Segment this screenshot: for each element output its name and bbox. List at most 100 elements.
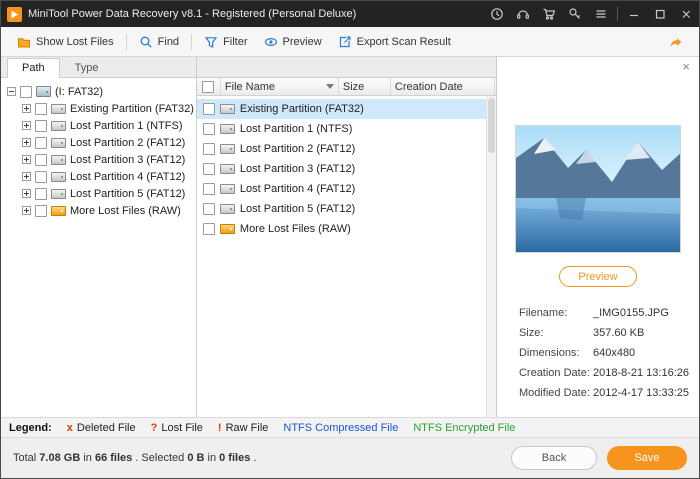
find-button[interactable]: Find [131, 31, 187, 53]
tree-item[interactable]: Lost Partition 4 (FAT12) [3, 168, 194, 185]
legend-raw-label: Raw File [225, 421, 269, 434]
close-preview-icon[interactable]: × [682, 60, 690, 73]
vertical-scrollbar[interactable] [485, 96, 496, 417]
checkbox[interactable] [202, 223, 215, 235]
legend-lost-file: ? Lost File [151, 422, 203, 434]
status-summary: Total 7.08 GB in 66 files . Selected 0 B… [13, 452, 256, 464]
checkbox[interactable] [35, 204, 47, 217]
checkbox[interactable] [202, 203, 215, 215]
eye-icon [264, 37, 277, 46]
preview-toolbar-button[interactable]: Preview [256, 31, 330, 53]
tree-item[interactable]: Lost Partition 1 (NTFS) [3, 117, 194, 134]
column-file-name-label: File Name [224, 80, 276, 93]
scrollbar-thumb[interactable] [487, 98, 495, 153]
partition-icon [51, 103, 66, 114]
menu-icon[interactable] [588, 1, 614, 27]
legend-compressed-label: NTFS Compressed File [283, 421, 399, 434]
maximize-button[interactable] [647, 1, 673, 27]
detail-modified-date: Modified Date: 2012-4-17 13:33:25 [519, 387, 689, 399]
tree-item-raw[interactable]: More Lost Files (RAW) [3, 202, 194, 219]
close-button[interactable] [673, 1, 699, 27]
file-row-label: More Lost Files (RAW) [239, 223, 351, 235]
file-row[interactable]: Lost Partition 4 (FAT12) [197, 179, 486, 199]
detail-label: Dimensions: [518, 347, 580, 359]
detail-value: 2018-8-21 13:16:26 [592, 367, 689, 379]
file-row[interactable]: Lost Partition 2 (FAT12) [197, 139, 486, 159]
column-size[interactable]: Size [339, 78, 391, 95]
save-button[interactable]: Save [607, 446, 687, 470]
app-window: MiniTool Power Data Recovery v8.1 - Regi… [0, 0, 700, 479]
status-total-files: 66 files [94, 452, 133, 464]
expand-icon[interactable] [22, 172, 31, 181]
column-file-name[interactable]: File Name [221, 78, 339, 95]
checkbox[interactable] [35, 153, 47, 166]
expand-icon[interactable] [22, 155, 31, 164]
cart-icon[interactable] [536, 1, 562, 27]
file-row-label: Existing Partition (FAT32) [239, 103, 364, 115]
tree-item[interactable]: Lost Partition 2 (FAT12) [3, 134, 194, 151]
file-row-label: Lost Partition 5 (FAT12) [239, 203, 356, 215]
find-label: Find [157, 35, 180, 48]
file-list-rows: Existing Partition (FAT32) Lost Partitio… [196, 96, 496, 417]
file-row[interactable]: Lost Partition 5 (FAT12) [197, 199, 486, 219]
checkbox[interactable] [202, 163, 215, 175]
checkbox[interactable] [35, 187, 47, 200]
file-row[interactable]: Existing Partition (FAT32) [196, 99, 486, 119]
tab-path[interactable]: Path [7, 58, 60, 78]
checkbox[interactable] [35, 170, 47, 183]
partition-icon [51, 188, 66, 199]
checkbox[interactable] [202, 103, 215, 115]
preview-button[interactable]: Preview [558, 266, 637, 287]
checkbox[interactable] [35, 119, 47, 132]
checkbox[interactable] [35, 136, 47, 149]
expand-icon[interactable] [22, 206, 31, 215]
license-clock-icon[interactable] [484, 1, 510, 27]
checkbox[interactable] [202, 123, 215, 135]
export-scan-result-button[interactable]: Export Scan Result [330, 31, 459, 53]
back-button[interactable]: Back [511, 446, 597, 470]
minimize-button[interactable] [621, 1, 647, 27]
checkbox[interactable] [202, 183, 215, 195]
preview-toolbar-label: Preview [282, 35, 322, 48]
titlebar-icons [484, 1, 699, 27]
toolbar-separator [191, 33, 193, 50]
expand-icon[interactable] [22, 104, 31, 113]
raw-files-icon [51, 205, 66, 216]
tree-item[interactable]: Existing Partition (FAT32) [3, 100, 194, 117]
checkbox[interactable] [20, 85, 32, 98]
file-row-raw[interactable]: More Lost Files (RAW) [197, 219, 486, 239]
collapse-icon[interactable] [7, 87, 16, 96]
tree-item-label: More Lost Files (RAW) [70, 204, 181, 217]
share-button[interactable] [661, 31, 691, 53]
partition-icon [51, 120, 66, 131]
toolbar-separator [125, 33, 127, 50]
key-icon[interactable] [562, 1, 588, 27]
select-all-cell [197, 78, 221, 95]
partition-icon [51, 137, 66, 148]
expand-icon[interactable] [22, 189, 31, 198]
partition-icon [51, 171, 66, 182]
file-row-label: Lost Partition 3 (FAT12) [239, 163, 356, 175]
expand-icon[interactable] [22, 121, 31, 130]
select-all-checkbox[interactable] [202, 80, 215, 93]
detail-value: _IMG0155.JPG [592, 307, 669, 319]
tab-type[interactable]: Type [60, 58, 114, 77]
show-lost-files-button[interactable]: Show Lost Files [9, 31, 122, 53]
checkbox[interactable] [202, 143, 215, 155]
file-row[interactable]: Lost Partition 1 (NTFS) [197, 119, 486, 139]
tree-item[interactable]: Lost Partition 3 (FAT12) [3, 151, 194, 168]
column-creation-date[interactable]: Creation Date [391, 78, 495, 95]
status-seg: . [250, 452, 257, 464]
expand-icon[interactable] [22, 138, 31, 147]
tree-root-drive[interactable]: (I: FAT32) [3, 83, 194, 100]
file-row[interactable]: Lost Partition 3 (FAT12) [197, 159, 486, 179]
tree-item[interactable]: Lost Partition 5 (FAT12) [3, 185, 194, 202]
detail-label: Size: [518, 327, 544, 339]
footer-buttons: Back Save [511, 446, 687, 470]
support-headset-icon[interactable] [510, 1, 536, 27]
filter-button[interactable]: Filter [196, 31, 255, 53]
file-row-label: Lost Partition 2 (FAT12) [239, 143, 356, 155]
checkbox[interactable] [35, 102, 47, 115]
sort-arrow-icon[interactable] [325, 84, 334, 89]
lost-files-folder-icon [18, 37, 30, 47]
